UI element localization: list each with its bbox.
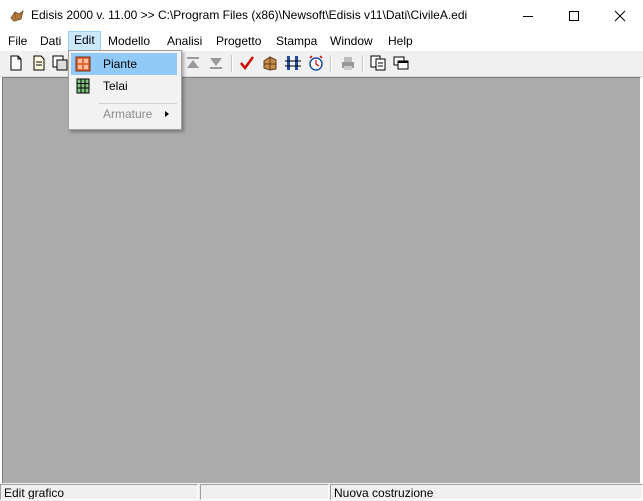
toolbar-separator (231, 55, 233, 72)
new-document-icon[interactable] (7, 54, 25, 72)
save-document-icon[interactable] (51, 54, 69, 72)
check-icon[interactable] (238, 54, 256, 72)
minimize-icon (523, 15, 533, 17)
menu-item-armature[interactable]: Armature (71, 103, 177, 125)
app-icon[interactable] (9, 8, 25, 24)
submenu-arrow-icon (165, 111, 169, 117)
frame-grid-icon (75, 78, 91, 94)
menu-edit[interactable]: Edit (68, 31, 101, 51)
menu-window[interactable]: Window (324, 32, 379, 50)
maximize-icon (569, 10, 579, 21)
open-document-icon[interactable] (30, 54, 48, 72)
clock-icon[interactable] (307, 54, 325, 72)
close-icon (614, 10, 626, 21)
menu-item-label: Telai (103, 79, 128, 93)
close-button[interactable] (597, 0, 643, 31)
status-middle (200, 484, 329, 500)
status-project: Nuova costruzione (330, 484, 643, 500)
move-down-icon[interactable] (207, 54, 225, 72)
toolbar-separator (362, 55, 364, 72)
menu-progetto[interactable]: Progetto (210, 32, 267, 50)
menu-item-label: Armature (103, 107, 153, 121)
menu-help[interactable]: Help (382, 32, 419, 50)
window-cascade-icon[interactable] (392, 54, 410, 72)
menu-item-piante[interactable]: Piante (71, 53, 177, 75)
title-bar[interactable]: Edisis 2000 v. 11.00 >> C:\Program Files… (0, 0, 643, 31)
edit-dropdown-menu: Piante Telai Armature (68, 50, 182, 130)
status-mode: Edit grafico (0, 484, 198, 500)
menu-stampa[interactable]: Stampa (270, 32, 323, 50)
menu-item-label: Piante (103, 57, 138, 71)
copy-icon[interactable] (369, 54, 387, 72)
columns-icon[interactable] (284, 54, 302, 72)
window-title: Edisis 2000 v. 11.00 >> C:\Program Files… (31, 8, 468, 22)
menu-file[interactable]: File (2, 32, 33, 50)
menu-analisi[interactable]: Analisi (161, 32, 208, 50)
mdi-workspace[interactable] (2, 77, 641, 484)
minimize-button[interactable] (505, 0, 551, 31)
floor-plan-icon (75, 56, 91, 72)
toolbar-separator (330, 55, 332, 72)
menu-item-telai[interactable]: Telai (71, 75, 177, 97)
move-up-icon[interactable] (184, 54, 202, 72)
menu-dati[interactable]: Dati (34, 32, 67, 50)
building-icon[interactable] (261, 54, 279, 72)
print-icon[interactable] (339, 54, 357, 72)
status-bar: Edit grafico Nuova costruzione (0, 483, 643, 501)
maximize-button[interactable] (551, 0, 597, 31)
menu-modello[interactable]: Modello (102, 32, 156, 50)
menu-bar: File Dati Edit Modello Analisi Progetto … (0, 31, 643, 51)
